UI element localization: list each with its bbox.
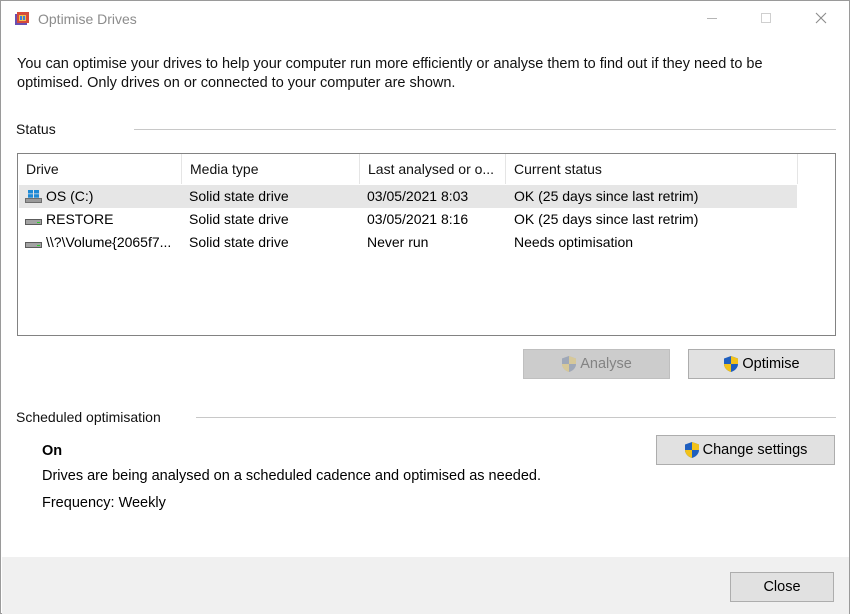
last-analysed-cell: 03/05/2021 8:16 [367,211,469,227]
current-status-cell: Needs optimisation [514,234,634,250]
drive-cell: \\?\Volume{2065f7... [19,231,183,254]
window-title: Optimise Drives [38,11,137,27]
uac-shield-icon [562,356,577,372]
uac-shield-icon [724,356,739,372]
drive-row-os-c[interactable]: OS (C:) Solid state drive 03/05/2021 8:0… [19,185,797,208]
media-type-cell: Solid state drive [189,188,289,204]
change-settings-button-label: Change settings [702,442,808,458]
intro-line-1: You can optimise your drives to help you… [17,56,763,72]
column-header-drive[interactable]: Drive [18,154,182,184]
drive-row-volume[interactable]: \\?\Volume{2065f7... Solid state drive N… [19,231,797,254]
drive-name: \\?\Volume{2065f7... [46,234,172,250]
current-status-cell: OK (25 days since last retrim) [514,188,699,204]
optimise-button[interactable]: Optimise [688,349,835,379]
column-header-last-analysed[interactable]: Last analysed or o... [360,154,506,184]
drive-cell: RESTORE [19,208,183,231]
close-button[interactable]: Close [730,572,834,602]
defrag-app-icon [15,12,29,25]
drive-cell: OS (C:) [19,185,183,208]
drive-icon [25,218,42,225]
drive-name: RESTORE [46,211,114,227]
close-window-button[interactable] [798,1,844,35]
analyse-button[interactable]: Analyse [523,349,670,379]
schedule-description: Drives are being analysed on a scheduled… [42,468,541,484]
column-header-current-status[interactable]: Current status [506,154,798,184]
drive-icon [25,241,42,248]
dialog-footer: Close [2,557,849,614]
maximize-button[interactable] [743,1,789,35]
column-header-media-type[interactable]: Media type [182,154,360,184]
intro-text: You can optimise your drives to help you… [17,55,817,93]
close-button-label: Close [763,579,801,595]
last-analysed-cell: Never run [367,234,429,250]
drive-row-restore[interactable]: RESTORE Solid state drive 03/05/2021 8:1… [19,208,797,231]
change-settings-button[interactable]: Change settings [656,435,835,465]
drive-name: OS (C:) [46,188,94,204]
optimise-drives-window: Optimise Drives You can optimise your dr… [0,0,850,614]
close-icon [815,12,827,24]
schedule-state: On [42,443,63,459]
analyse-button-label: Analyse [580,356,632,372]
scheduled-section-label: Scheduled optimisation [16,409,161,425]
status-divider [134,129,836,130]
optimise-button-label: Optimise [742,356,800,372]
drives-list[interactable]: Drive Media type Last analysed or o... C… [17,153,836,336]
title-bar: Optimise Drives [1,1,849,37]
media-type-cell: Solid state drive [189,211,289,227]
schedule-frequency: Frequency: Weekly [42,495,166,511]
current-status-cell: OK (25 days since last retrim) [514,211,699,227]
intro-line-2: optimised. Only drives on or connected t… [17,75,456,91]
minimize-button[interactable] [689,1,735,35]
minimize-icon [707,17,717,19]
scheduled-divider [196,417,836,418]
last-analysed-cell: 03/05/2021 8:03 [367,188,469,204]
media-type-cell: Solid state drive [189,234,289,250]
maximize-icon [761,13,771,23]
drives-list-header: Drive Media type Last analysed or o... C… [18,154,798,184]
status-section-label: Status [16,121,56,137]
uac-shield-icon [684,442,699,458]
windows-drive-icon [25,189,42,203]
